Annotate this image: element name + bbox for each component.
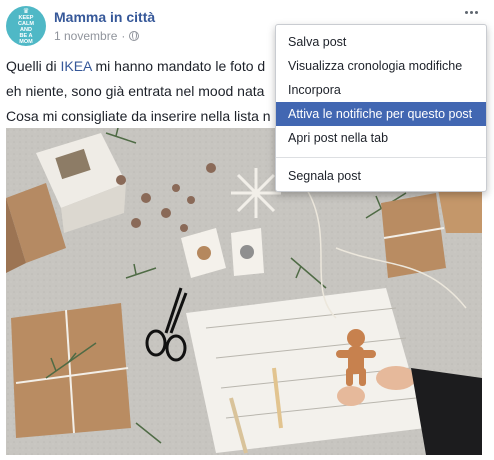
text-segment: Quelli di xyxy=(6,58,61,74)
facebook-post: ♛ KEEP CALM AND BE A MOM Mamma in città … xyxy=(0,0,494,460)
menu-divider xyxy=(276,157,486,158)
ikea-link[interactable]: IKEA xyxy=(60,58,91,74)
menu-item-turn-on-notifications[interactable]: Attiva le notifiche per questo post xyxy=(276,102,486,126)
page-name-link[interactable]: Mamma in città xyxy=(54,9,155,25)
menu-item-open-in-tab[interactable]: Apri post nella tab xyxy=(276,126,486,150)
globe-icon[interactable] xyxy=(129,31,140,41)
crown-icon: ♛ xyxy=(22,7,30,15)
dot-icon xyxy=(464,10,468,14)
more-options-icon[interactable] xyxy=(459,5,483,19)
meta-separator: · xyxy=(121,29,126,43)
post-options-menu: Salva post Visualizza cronologia modific… xyxy=(275,24,487,192)
text-segment: mi hanno mandato le foto d xyxy=(91,58,266,74)
dot-icon xyxy=(474,10,478,14)
dot-icon xyxy=(469,10,473,14)
menu-item-save-post[interactable]: Salva post xyxy=(276,30,486,54)
post-meta: 1 novembre · xyxy=(54,29,140,43)
menu-item-report-post[interactable]: Segnala post xyxy=(276,164,486,188)
page-avatar[interactable]: ♛ KEEP CALM AND BE A MOM xyxy=(6,6,46,46)
avatar-text-5: MOM xyxy=(19,38,33,45)
post-date[interactable]: 1 novembre xyxy=(54,29,117,43)
menu-item-embed[interactable]: Incorpora xyxy=(276,78,486,102)
menu-item-edit-history[interactable]: Visualizza cronologia modifiche xyxy=(276,54,486,78)
